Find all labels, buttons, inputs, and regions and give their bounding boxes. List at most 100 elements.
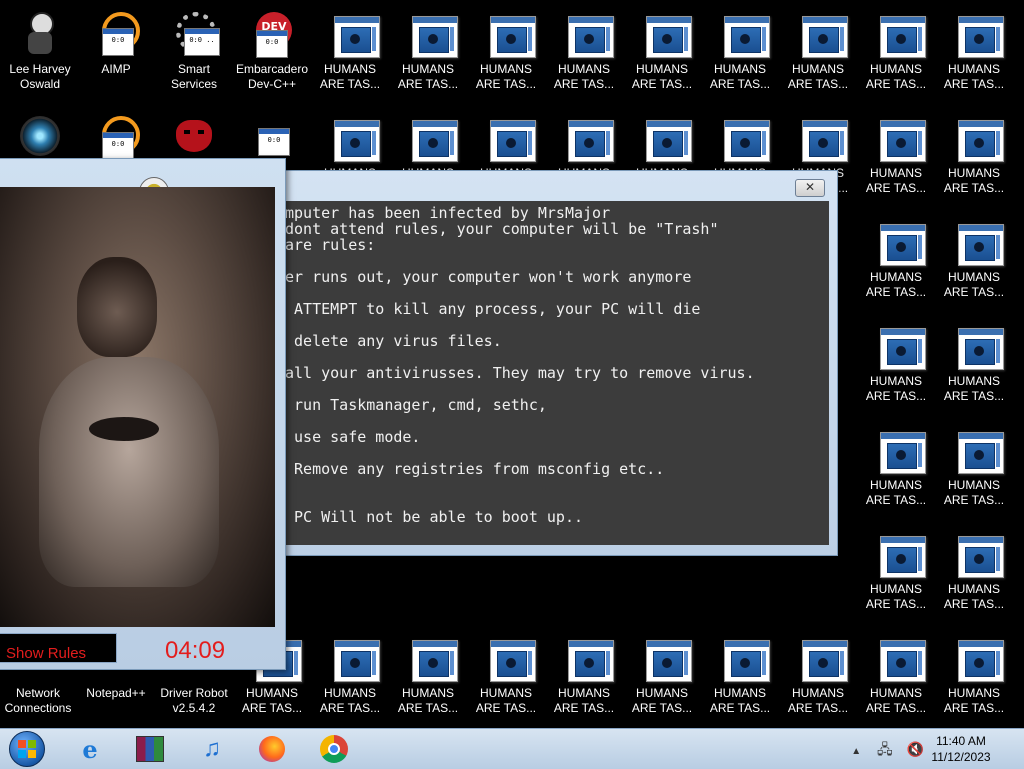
- show-rules-button[interactable]: Show Rules: [0, 633, 117, 663]
- desktop-icon-humans[interactable]: HUMANSARE TAS...: [936, 104, 1012, 204]
- icon-label: Smart: [177, 62, 210, 76]
- desktop-icon-humans[interactable]: HUMANSARE TAS...: [546, 624, 622, 724]
- desktop-icon-humans[interactable]: HUMANSARE TAS...: [936, 416, 1012, 516]
- icon-label: HUMANS: [869, 62, 922, 76]
- chrome-icon: [320, 735, 348, 763]
- icon-label: HUMANS: [947, 478, 1000, 492]
- desktop-icon-humans[interactable]: HUMANSARE TAS...: [390, 0, 466, 100]
- desktop-icon-humans[interactable]: HUMANSARE TAS...: [312, 624, 388, 724]
- desktop-icon-humans[interactable]: HUMANSARE TAS...: [702, 0, 778, 100]
- app-window-icon: [872, 530, 926, 578]
- desktop-icon-humans[interactable]: HUMANSARE TAS...: [858, 416, 934, 516]
- app-window-icon: [872, 634, 926, 682]
- windows-logo-icon: [9, 731, 45, 767]
- taskbar-archive[interactable]: [122, 731, 178, 767]
- desktop-icon-humans[interactable]: HUMANSARE TAS...: [936, 208, 1012, 308]
- desktop-icon-humans[interactable]: HUMANSARE TAS...: [624, 0, 700, 100]
- icon-label: ARE TAS...: [943, 181, 1005, 195]
- desktop-icon-humans[interactable]: HUMANSARE TAS...: [468, 0, 544, 100]
- rules-window[interactable]: ✕ mputer has been infected by MrsMajor d…: [280, 170, 838, 556]
- app-window-icon: [950, 634, 1004, 682]
- rules-line: dont attend rules, your computer will be…: [285, 220, 719, 238]
- icon-label: ARE TAS...: [865, 285, 927, 299]
- desktop-icon-aimp[interactable]: 0:0 AIMP: [78, 0, 154, 100]
- devcpp-icon: DEV 0:0: [248, 10, 296, 58]
- app-window-icon: [560, 634, 614, 682]
- icon-label: ARE TAS...: [631, 701, 693, 715]
- rules-line: ATTEMPT to kill any process, your PC wil…: [285, 300, 701, 318]
- desktop-icon-humans[interactable]: HUMANSARE TAS...: [936, 0, 1012, 100]
- icon-label: Lee Harvey: [9, 62, 71, 76]
- taskbar-ie[interactable]: e: [62, 731, 118, 767]
- desktop-icon-humans[interactable]: HUMANSARE TAS...: [468, 624, 544, 724]
- icon-label: HUMANS: [245, 686, 298, 700]
- app-window-icon: [872, 114, 926, 162]
- desktop-icon-humans[interactable]: HUMANSARE TAS...: [624, 624, 700, 724]
- desktop-icon-humans[interactable]: HUMANSARE TAS...: [858, 0, 934, 100]
- icon-label: HUMANS: [947, 62, 1000, 76]
- rules-text-area: mputer has been infected by MrsMajor don…: [285, 201, 829, 545]
- icon-label: HUMANS: [869, 166, 922, 180]
- chevron-up-icon[interactable]: ▲: [851, 746, 861, 757]
- rules-line: run Taskmanager, cmd, sethc,: [285, 396, 547, 414]
- taskbar-chrome[interactable]: [306, 731, 362, 767]
- desktop-icon-humans[interactable]: HUMANSARE TAS...: [546, 0, 622, 100]
- icon-label: HUMANS: [635, 62, 688, 76]
- girl-head: [77, 257, 157, 357]
- icon-label: ARE TAS...: [319, 77, 381, 91]
- desktop-icon-humans[interactable]: HUMANSARE TAS...: [702, 624, 778, 724]
- desktop-icon-humans[interactable]: HUMANSARE TAS...: [936, 520, 1012, 620]
- desktop-icon-humans[interactable]: HUMANSARE TAS...: [858, 208, 934, 308]
- icon-label: ARE TAS...: [865, 597, 927, 611]
- desktop-icon-humans[interactable]: HUMANSARE TAS...: [780, 0, 856, 100]
- start-button[interactable]: [4, 731, 50, 767]
- rules-line: delete any virus files.: [285, 332, 502, 350]
- clock[interactable]: 11:40 AM 11/12/2023: [926, 733, 996, 765]
- icon-label: HUMANS: [869, 374, 922, 388]
- icon-label: ARE TAS...: [631, 77, 693, 91]
- desktop-icon-humans[interactable]: HUMANSARE TAS...: [312, 0, 388, 100]
- taskbar-firefox[interactable]: [244, 731, 300, 767]
- icon-label: ARE TAS...: [709, 77, 771, 91]
- network-tray-icon[interactable]: 🖧: [877, 741, 893, 757]
- app-window-icon: [638, 634, 692, 682]
- icon-label: HUMANS: [869, 270, 922, 284]
- desktop-icon-humans[interactable]: HUMANSARE TAS...: [936, 312, 1012, 412]
- app-window-icon: [560, 114, 614, 162]
- desktop-icon-humans[interactable]: HUMANSARE TAS...: [858, 624, 934, 724]
- app-window-icon: [716, 10, 770, 58]
- app-window-icon: [326, 114, 380, 162]
- taskbar-music[interactable]: ♫: [184, 731, 240, 767]
- desktop-icon-humans[interactable]: HUMANSARE TAS...: [390, 624, 466, 724]
- icon-label: HUMANS: [557, 62, 610, 76]
- app-window-icon: [794, 634, 848, 682]
- firefox-icon: [259, 736, 285, 762]
- icon-label: HUMANS: [635, 686, 688, 700]
- icon-label: ARE TAS...: [241, 701, 303, 715]
- countdown-window[interactable]: Show Rules 04:09: [0, 158, 286, 670]
- app-window-icon: [716, 114, 770, 162]
- volume-muted-icon[interactable]: 🔇: [907, 741, 924, 757]
- icon-label: ARE TAS...: [865, 493, 927, 507]
- app-window-icon: [950, 530, 1004, 578]
- desktop-icon-humans[interactable]: HUMANSARE TAS...: [858, 520, 934, 620]
- desktop-icon-lee-harvey-oswald[interactable]: Lee Harvey Oswald: [2, 0, 78, 100]
- icon-label: HUMANS: [401, 62, 454, 76]
- desktop-icon-humans[interactable]: HUMANSARE TAS...: [936, 624, 1012, 724]
- desktop-icon-smart-services[interactable]: 0:0 .. Smart Services: [156, 0, 232, 100]
- app-window-icon: [950, 218, 1004, 266]
- desktop-icon-devcpp[interactable]: DEV 0:0 Embarcadero Dev-C++: [234, 0, 310, 100]
- ie-icon: e: [82, 734, 98, 764]
- icon-label: HUMANS: [869, 686, 922, 700]
- icon-label: Driver Robot: [160, 686, 228, 700]
- desktop-icon-humans[interactable]: HUMANSARE TAS...: [858, 104, 934, 204]
- orb-icon: [16, 114, 64, 162]
- girl-figure: [39, 357, 219, 587]
- desktop-icon-humans[interactable]: HUMANSARE TAS...: [780, 624, 856, 724]
- desktop-icon-humans[interactable]: HUMANSARE TAS...: [858, 312, 934, 412]
- devil-icon: [170, 114, 218, 162]
- taskbar: e ♫ ▲ 🖧 🔇 11:40 AM 11/12/2023: [0, 728, 1024, 769]
- app-window-icon: [404, 10, 458, 58]
- icon-label: HUMANS: [323, 686, 376, 700]
- close-button[interactable]: ✕: [795, 179, 825, 197]
